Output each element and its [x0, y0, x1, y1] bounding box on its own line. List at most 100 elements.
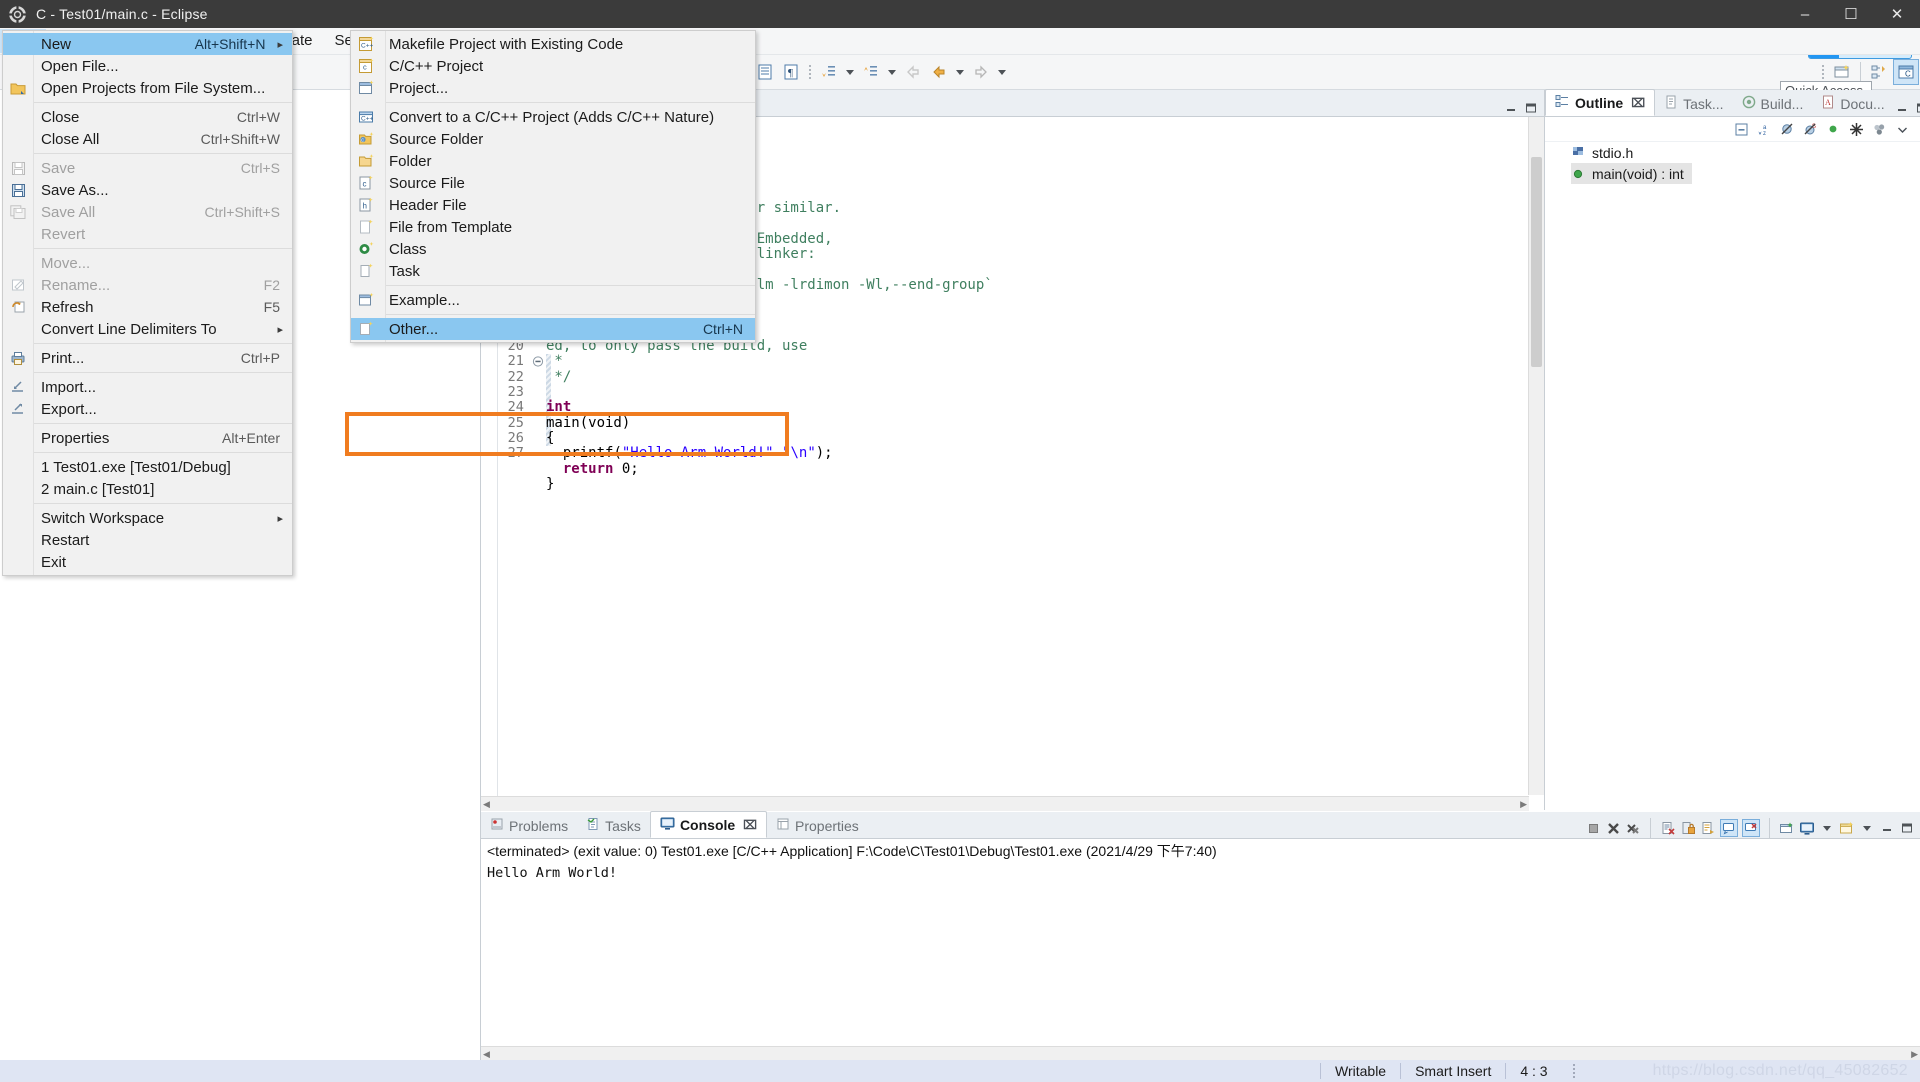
scroll-right-arrow-icon[interactable]: ▶ [1520, 799, 1527, 810]
file-menu-item-open-file[interactable]: Open File... [3, 55, 292, 77]
new-menu-item-makefile-project[interactable]: C++ Makefile Project with Existing Code [351, 33, 755, 55]
file-menu-item-convert-line-delimiters[interactable]: Convert Line Delimiters To ▸ [3, 318, 292, 340]
close-icon[interactable]: ⌧ [743, 818, 757, 832]
hide-static-icon[interactable]: S [1802, 121, 1818, 137]
clear-console-icon[interactable] [1660, 820, 1676, 836]
remove-all-terminated-icon[interactable] [1625, 820, 1641, 836]
terminate-icon[interactable] [1585, 820, 1601, 836]
window-minimize-button[interactable]: – [1782, 0, 1828, 28]
new-submenu[interactable]: C++ Makefile Project with Existing Code … [350, 30, 756, 343]
toolbar-drag-handle[interactable] [807, 62, 813, 82]
tab-build-targets[interactable]: Build... [1733, 91, 1813, 116]
hide-fields-icon[interactable] [1779, 121, 1795, 137]
collapse-all-icon[interactable] [1733, 121, 1749, 137]
tab-documentation[interactable]: A Docu... [1812, 91, 1893, 116]
block-selection-icon[interactable] [753, 60, 777, 84]
view-menu-console-dropdown-icon[interactable] [1863, 825, 1871, 831]
pilcrow-icon[interactable]: ¶ [779, 60, 803, 84]
chevron-down-icon[interactable] [1894, 121, 1910, 137]
file-menu-item-save-all[interactable]: Save All Ctrl+Shift+S [3, 201, 292, 223]
view-menu-icon[interactable] [1871, 121, 1887, 137]
file-menu-item-revert[interactable]: Revert [3, 223, 292, 245]
remove-launch-icon[interactable] [1605, 820, 1621, 836]
console-scroll-left-icon[interactable]: ◀ [483, 1049, 490, 1060]
outline-minimize-icon[interactable] [1894, 100, 1910, 116]
tab-task-list[interactable]: Task... [1655, 91, 1732, 116]
tab-properties[interactable]: Properties [767, 813, 868, 838]
status-resize-handle[interactable] [1572, 1063, 1576, 1079]
previous-annotation-icon[interactable] [859, 60, 883, 84]
forward-dropdown-icon[interactable] [998, 69, 1006, 75]
file-menu-item-open-projects[interactable]: Open Projects from File System... [3, 77, 292, 99]
new-menu-item-c-cpp-project[interactable]: c C/C++ Project [351, 55, 755, 77]
console-horizontal-scrollbar[interactable]: ◀ ▶ [481, 1046, 1920, 1061]
open-console-icon[interactable] [1799, 820, 1815, 836]
new-console-view-icon[interactable] [1779, 820, 1795, 836]
file-menu-item-import[interactable]: Import... [3, 376, 292, 398]
file-menu-item-save-as[interactable]: Save As... [3, 179, 292, 201]
scroll-left-arrow-icon[interactable]: ◀ [483, 799, 490, 810]
display-selected-console-icon[interactable] [1742, 819, 1760, 837]
next-annotation-dropdown-icon[interactable] [846, 69, 854, 75]
window-close-button[interactable]: ✕ [1874, 0, 1920, 28]
console-minimize-icon[interactable] [1879, 820, 1895, 836]
link-editor-icon[interactable] [1848, 121, 1864, 137]
editor-scroll-thumb[interactable] [1531, 157, 1542, 367]
tab-outline[interactable]: Outline ⌧ [1545, 89, 1656, 116]
outline-item-function[interactable]: main(void) : int [1571, 163, 1692, 184]
new-menu-item-example[interactable]: Example... [351, 289, 755, 311]
new-menu-item-other[interactable]: Other... Ctrl+N [351, 318, 755, 340]
new-menu-item-source-folder[interactable]: c Source Folder [351, 128, 755, 150]
new-menu-item-convert-cpp[interactable]: C++ Convert to a C/C++ Project (Adds C/C… [351, 106, 755, 128]
new-menu-item-project[interactable]: Project... [351, 77, 755, 99]
file-menu[interactable]: New Alt+Shift+N ▸ Open File... Open Proj… [2, 30, 293, 576]
last-edit-location-icon[interactable] [901, 60, 925, 84]
file-menu-item-refresh[interactable]: Refresh F5 [3, 296, 292, 318]
open-console-dropdown-icon[interactable] [1823, 825, 1831, 831]
file-menu-item-move[interactable]: Move... [3, 252, 292, 274]
word-wrap-icon[interactable] [1700, 820, 1716, 836]
file-menu-item-new[interactable]: New Alt+Shift+N ▸ [3, 33, 292, 55]
file-menu-recent-2[interactable]: 2 main.c [Test01] [3, 478, 292, 500]
new-menu-item-class[interactable]: Class [351, 238, 755, 260]
back-dropdown-icon[interactable] [956, 69, 964, 75]
previous-annotation-dropdown-icon[interactable] [888, 69, 896, 75]
file-menu-item-restart[interactable]: Restart [3, 529, 292, 551]
console-scroll-right-icon[interactable]: ▶ [1911, 1049, 1918, 1060]
new-menu-item-header-file[interactable]: h Header File [351, 194, 755, 216]
view-menu-console-icon[interactable] [1839, 820, 1855, 836]
editor-vertical-scrollbar[interactable] [1528, 117, 1544, 795]
outline-item-include[interactable]: stdio.h [1545, 142, 1920, 163]
back-icon[interactable] [927, 60, 951, 84]
new-menu-item-file-from-template[interactable]: File from Template [351, 216, 755, 238]
console-maximize-icon[interactable] [1899, 820, 1915, 836]
next-annotation-icon[interactable] [817, 60, 841, 84]
close-icon[interactable]: ⌧ [1631, 96, 1645, 110]
editor-minimize-icon[interactable] [1503, 100, 1519, 116]
hide-nonpublic-icon[interactable] [1825, 121, 1841, 137]
file-menu-recent-1[interactable]: 1 Test01.exe [Test01/Debug] [3, 456, 292, 478]
file-menu-item-export[interactable]: Export... [3, 398, 292, 420]
tab-problems[interactable]: Problems [481, 813, 577, 838]
tab-console[interactable]: Console ⌧ [649, 811, 767, 838]
file-menu-item-close-all[interactable]: Close All Ctrl+Shift+W [3, 128, 292, 150]
forward-icon[interactable] [969, 60, 993, 84]
new-menu-item-folder[interactable]: Folder [351, 150, 755, 172]
file-menu-item-properties[interactable]: Properties Alt+Enter [3, 427, 292, 449]
window-maximize-button[interactable]: ☐ [1828, 0, 1874, 28]
toolbar-drag-handle-right[interactable] [1820, 62, 1826, 82]
file-menu-item-print[interactable]: Print... Ctrl+P [3, 347, 292, 369]
scroll-lock-icon[interactable] [1680, 820, 1696, 836]
editor-horizontal-scrollbar[interactable]: ◀ ▶ [481, 796, 1529, 811]
file-menu-item-rename[interactable]: Rename... F2 [3, 274, 292, 296]
outline-maximize-icon[interactable] [1914, 100, 1920, 116]
console-body[interactable]: <terminated> (exit value: 0) Test01.exe … [481, 839, 1920, 1061]
pin-console-icon[interactable] [1720, 819, 1738, 837]
file-menu-item-save[interactable]: Save Ctrl+S [3, 157, 292, 179]
new-menu-item-task[interactable]: Task [351, 260, 755, 282]
file-menu-item-exit[interactable]: Exit [3, 551, 292, 573]
c-cpp-perspective-icon[interactable]: C [1893, 59, 1919, 85]
sort-az-icon[interactable]: az [1756, 121, 1772, 137]
file-menu-item-switch-workspace[interactable]: Switch Workspace ▸ [3, 507, 292, 529]
new-menu-item-source-file[interactable]: c Source File [351, 172, 755, 194]
